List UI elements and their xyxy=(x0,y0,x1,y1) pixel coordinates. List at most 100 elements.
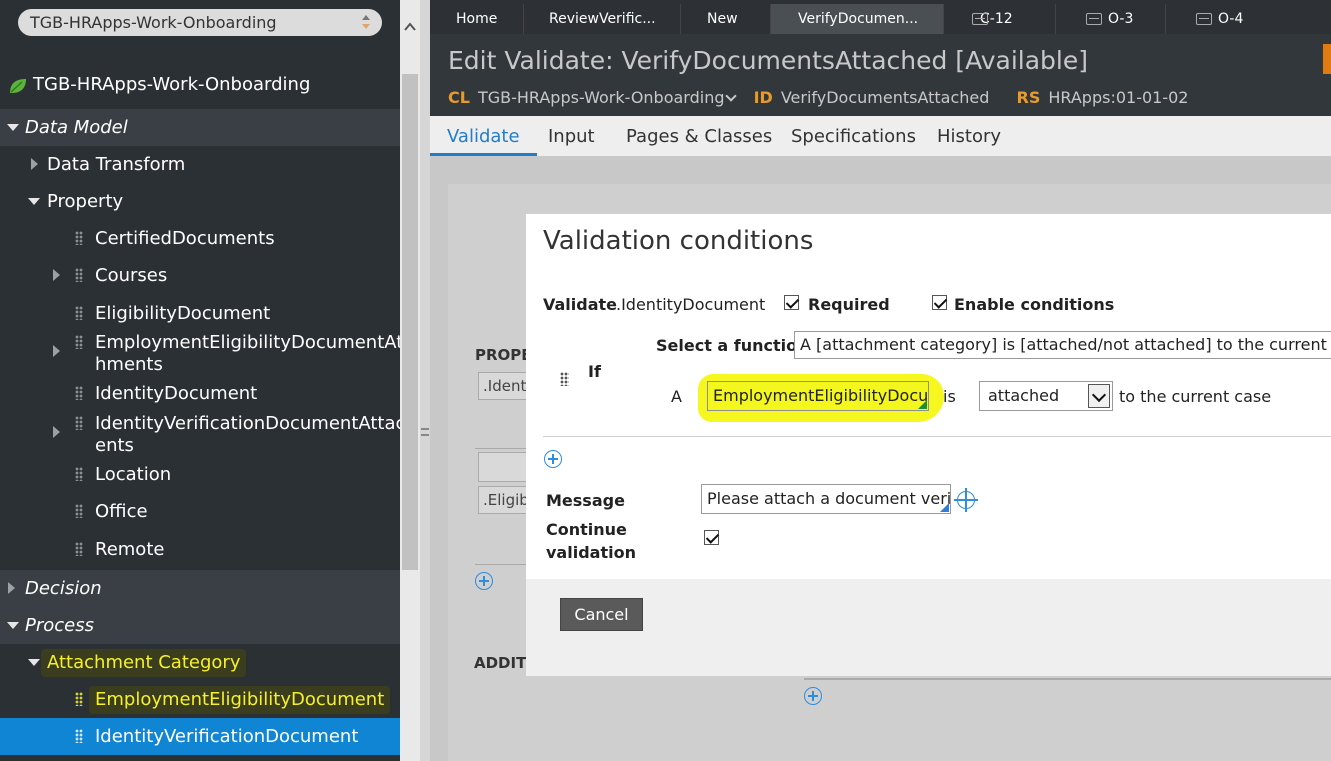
expand-field-icon xyxy=(940,503,949,512)
expand-down-icon xyxy=(7,124,19,131)
scroll-up-icon[interactable] xyxy=(404,22,416,32)
tree-item-label: Location xyxy=(95,464,172,485)
tree-item-label-line1: EmploymentEligibilityDocumentAttac xyxy=(95,332,400,353)
tree-item-attachment-category[interactable]: Attachment Category xyxy=(0,644,400,681)
tree-item-remote[interactable]: Remote xyxy=(0,531,400,568)
tab-home[interactable]: Home xyxy=(430,4,524,34)
scrollbar-thumb[interactable] xyxy=(402,74,418,570)
chevron-down-icon[interactable] xyxy=(724,90,737,102)
tree-item-courses[interactable]: Courses xyxy=(0,257,400,294)
tree-item-property[interactable]: Property xyxy=(0,183,400,220)
id-value: VerifyDocumentsAttached xyxy=(780,88,990,107)
section-label: Process xyxy=(25,615,94,636)
property-picker-icon[interactable] xyxy=(954,488,978,512)
case-icon xyxy=(1196,13,1212,25)
cancel-button[interactable]: Cancel xyxy=(560,598,643,631)
tree-item-label-line2: hments xyxy=(95,354,163,375)
if-label: If xyxy=(588,362,601,381)
tab-label: O-3 xyxy=(1108,11,1134,27)
tab-o-3[interactable]: O-3 xyxy=(1056,4,1166,34)
tree-item-label: EmploymentEligibilityDocument xyxy=(95,689,385,710)
section-decision[interactable]: Decision xyxy=(0,570,400,607)
sidebar-scrollbar[interactable] xyxy=(400,0,420,761)
tree-item-eligibility-document[interactable]: EligibilityDocument xyxy=(0,295,400,332)
tree-item-location[interactable]: Location xyxy=(0,456,400,493)
tab-history[interactable]: History xyxy=(937,116,1001,156)
drag-grip-icon xyxy=(75,504,83,518)
enable-conditions-label: Enable conditions xyxy=(954,295,1115,314)
tree-item-office[interactable]: Office xyxy=(0,493,400,530)
tree-item-label: Remote xyxy=(95,539,165,560)
required-checkbox[interactable] xyxy=(784,295,799,310)
tab-pages-classes[interactable]: Pages & Classes xyxy=(626,116,772,156)
tab-input[interactable]: Input xyxy=(548,116,595,156)
drag-grip-icon xyxy=(75,386,83,400)
enable-conditions-checkbox[interactable] xyxy=(932,295,947,310)
tab-review-verification[interactable]: ReviewVerific... xyxy=(524,4,681,34)
tab-label: New xyxy=(707,11,738,27)
panel-splitter[interactable] xyxy=(420,0,430,761)
section-data-model[interactable]: Data Model xyxy=(0,109,400,146)
tab-o-4[interactable]: O-4 xyxy=(1166,4,1331,34)
tab-label: Pages & Classes xyxy=(626,126,773,147)
tree-item-employment-eligibility-attachments[interactable]: EmploymentEligibilityDocumentAttac hment… xyxy=(0,331,400,377)
expand-down-icon xyxy=(28,198,40,205)
drag-grip-icon xyxy=(75,268,83,282)
tab-specifications[interactable]: Specifications xyxy=(791,116,916,156)
drag-grip-icon xyxy=(75,335,83,349)
tab-label: Validate xyxy=(447,126,520,147)
modal-footer: Cancel xyxy=(526,579,1331,676)
validate-property: .IdentityDocument xyxy=(616,295,766,314)
function-input[interactable]: A [attachment category] is [attached/not… xyxy=(794,331,1331,359)
tree-item-label-line2: ents xyxy=(95,435,134,456)
tree-item-identity-verification-document[interactable]: IdentityVerificationDocument xyxy=(0,718,400,755)
is-label: is xyxy=(943,387,956,406)
tab-validate[interactable]: Validate xyxy=(430,116,537,156)
sidebar: TGB-HRApps-Work-Onboarding TGB-HRApps-Wo… xyxy=(0,0,400,761)
tab-label: History xyxy=(937,126,1002,147)
highlight-mark: Attachment Category xyxy=(41,649,247,677)
tab-new[interactable]: New xyxy=(681,4,771,34)
splitter-grip-icon xyxy=(421,428,429,436)
chevron-down-icon[interactable] xyxy=(1088,384,1110,408)
rule-header: Edit Validate: VerifyDocumentsAttached [… xyxy=(430,34,1331,116)
section-label: Data Model xyxy=(25,117,128,138)
add-condition-icon[interactable] xyxy=(544,450,562,468)
tree-item-employment-eligibility-document[interactable]: EmploymentEligibilityDocument xyxy=(0,681,400,718)
attachment-category-value: EmploymentEligibilityDocum xyxy=(713,386,929,405)
tab-c-12[interactable]: C-12 xyxy=(944,4,1056,34)
application-selector[interactable]: TGB-HRApps-Work-Onboarding xyxy=(18,9,382,36)
attachment-category-input[interactable]: EmploymentEligibilityDocum xyxy=(707,381,929,411)
tree-item-identity-document[interactable]: IdentityDocument xyxy=(0,375,400,412)
class-value[interactable]: TGB-HRApps-Work-Onboarding xyxy=(478,88,725,107)
drag-grip-icon[interactable] xyxy=(560,372,569,386)
tree-item-data-transform[interactable]: Data Transform xyxy=(0,146,400,183)
page-title: Edit Validate: VerifyDocumentsAttached [… xyxy=(448,46,1088,75)
drag-grip-icon xyxy=(75,692,83,706)
continue-validation-checkbox[interactable] xyxy=(704,530,719,545)
attached-select[interactable]: attached xyxy=(979,381,1113,411)
expand-down-icon xyxy=(7,622,19,629)
tab-verify-documents[interactable]: VerifyDocumen... xyxy=(771,4,944,34)
add-row-icon[interactable] xyxy=(804,687,822,705)
tree-item-certified-documents[interactable]: CertifiedDocuments xyxy=(0,220,400,257)
rule-metadata: CL TGB-HRApps-Work-Onboarding ID VerifyDoc… xyxy=(448,88,1210,107)
drag-grip-icon xyxy=(75,306,83,320)
message-input[interactable]: Please attach a document verify xyxy=(701,484,951,514)
app-root-item[interactable]: TGB-HRApps-Work-Onboarding xyxy=(0,66,400,103)
validation-conditions-modal: Validation conditions Validate .Identity… xyxy=(526,214,1331,676)
section-label: Decision xyxy=(25,578,102,599)
divider xyxy=(543,436,1331,437)
drag-grip-icon xyxy=(75,467,83,481)
drag-grip-icon xyxy=(75,542,83,556)
message-value: Please attach a document verify xyxy=(707,489,951,508)
add-row-icon[interactable] xyxy=(475,572,493,590)
additional-section-header: ADDITI xyxy=(474,654,532,672)
primary-action-button[interactable] xyxy=(1323,44,1331,74)
required-label: Required xyxy=(808,295,890,314)
tab-label: Specifications xyxy=(791,126,916,147)
section-process[interactable]: Process xyxy=(0,607,400,644)
tree-item-identity-verification-attachments[interactable]: IdentityVerificationDocumentAttachm ents xyxy=(0,412,400,458)
case-icon xyxy=(1086,13,1102,25)
tree-item-label: IdentityVerificationDocument xyxy=(95,726,359,747)
